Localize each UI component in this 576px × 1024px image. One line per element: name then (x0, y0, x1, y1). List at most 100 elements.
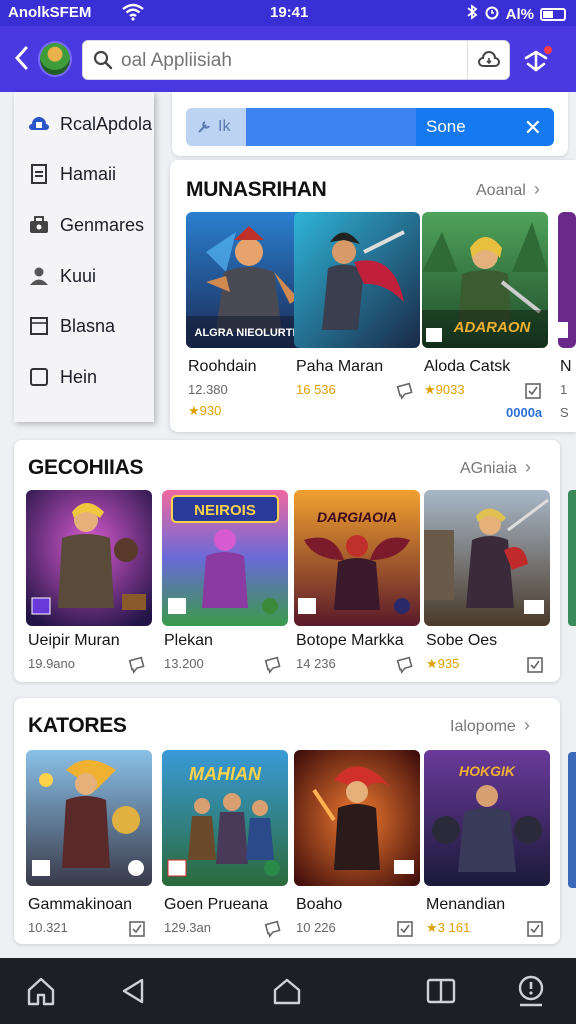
game-thumbnail: ADARAON (422, 212, 548, 348)
section-more-label: Aoanal (476, 182, 526, 199)
game-thumbnail (26, 490, 152, 626)
user-icon (28, 265, 50, 287)
game-name: Ueipir Muran (28, 632, 120, 649)
search-bar[interactable] (82, 40, 510, 80)
chat-icon[interactable] (396, 656, 414, 674)
section-2: GECOHIIAS AGniaia › Ueipir Muran 19.9ano (14, 440, 560, 682)
game-meta: 12.380 (188, 382, 228, 397)
game-name: Boaho (296, 896, 343, 913)
assistant-nav-button[interactable] (512, 972, 550, 1010)
status-bar: AnolkSFEM 19:41 Al% (0, 0, 576, 26)
close-icon[interactable]: ✕ (524, 115, 542, 141)
drawer-item-4[interactable]: Blasna (14, 306, 154, 346)
drawer-item-5[interactable]: Hein (14, 357, 154, 397)
game-thumbnail: MAHIAN (162, 750, 288, 886)
next-card-peek (568, 752, 576, 888)
game-name: Paha Maran (296, 358, 384, 375)
checkbox-icon[interactable] (526, 920, 544, 938)
book-icon (426, 978, 456, 1004)
drawer-item-label: RcalApdola (60, 113, 153, 134)
home-nav-button[interactable] (268, 972, 306, 1010)
game-rating: ★930 (188, 403, 222, 418)
drawer-item-label: Blasna (60, 315, 116, 336)
wifi-icon (122, 3, 144, 25)
drawer-item-2[interactable]: Genmares (14, 205, 154, 245)
game-meta: 16 536 (296, 382, 336, 397)
game-meta: 1 (560, 382, 568, 397)
share-button[interactable] (520, 44, 554, 76)
game-meta: ★3 161 (426, 920, 471, 935)
game-thumbnail (558, 212, 576, 348)
section-title: KATORES (28, 714, 127, 737)
section-more-label: Ialopome (450, 718, 516, 735)
game-name: N (560, 358, 572, 375)
filter-left-segment[interactable]: Ik (186, 108, 246, 146)
filter-right-segment[interactable]: Sone ✕ (416, 108, 554, 146)
chat-icon[interactable] (396, 382, 414, 400)
cloud-button[interactable] (467, 41, 509, 79)
checkbox-icon[interactable] (396, 920, 414, 938)
drawer-item-label: Kuui (60, 265, 97, 286)
avatar[interactable] (38, 41, 72, 77)
filter-progress-segment (246, 108, 416, 146)
game-thumbnail (294, 212, 420, 348)
section-title: MUNASRIHAN (186, 178, 327, 201)
thumb-banner: HOKGIK (459, 763, 516, 779)
game-name: Sobe Oes (426, 632, 498, 649)
wrench-icon (198, 121, 210, 133)
chat-icon[interactable] (128, 656, 146, 674)
section-more-link[interactable]: Ialopome › (450, 715, 530, 736)
chevron-right-icon: › (523, 715, 530, 735)
drawer-item-1[interactable]: Hamaii (14, 154, 154, 194)
game-thumbnail (294, 750, 420, 886)
game-meta: 10.321 (28, 920, 68, 935)
section-1: MUNASRIHAN Aoanal › ALGRA NIEOLURTIA Rooh… (170, 160, 576, 432)
thumb-banner: ALGRA NIEOLURTIA (195, 327, 304, 339)
game-thumbnail: DARGIAOIA (294, 490, 420, 626)
game-name: Plekan (164, 632, 213, 649)
search-input[interactable] (121, 48, 501, 74)
home-outline-button[interactable] (22, 972, 60, 1010)
game-name: Aloda Catsk (424, 358, 511, 375)
filter-left-label: Ik (218, 118, 231, 135)
filter-right-label: Sone (426, 117, 466, 136)
triangle-back-icon (122, 978, 144, 1004)
game-meta: ★935 (426, 656, 460, 671)
recents-nav-button[interactable] (422, 972, 460, 1010)
game-meta: 10 226 (296, 920, 336, 935)
back-nav-button[interactable] (114, 972, 152, 1010)
chevron-right-icon: › (524, 457, 531, 477)
square-icon (28, 315, 50, 337)
chat-icon[interactable] (264, 920, 282, 938)
back-button[interactable] (12, 44, 36, 74)
game-name: Menandian (426, 896, 506, 913)
filter-bar[interactable]: Ik Sone ✕ (186, 108, 554, 146)
checkbox-icon[interactable] (526, 656, 544, 674)
game-meta: ★9033 (424, 382, 465, 397)
game-thumbnail (424, 490, 550, 626)
game-meta: S (560, 405, 569, 420)
game-name: Botope Markka (296, 632, 404, 649)
game-meta: 19.9ano (28, 656, 75, 671)
chat-icon[interactable] (264, 656, 282, 674)
cloud-icon (477, 51, 500, 67)
drawer-item-0[interactable]: RcalApdola (14, 104, 154, 144)
briefcase-icon (28, 214, 50, 236)
game-name: Gammakinoan (28, 896, 133, 913)
next-card-peek (568, 490, 576, 626)
game-meta: 14 236 (296, 656, 336, 671)
chevron-right-icon: › (533, 179, 540, 199)
chevron-left-icon (14, 46, 28, 70)
section-3: KATORES Ialopome › Gammakinoan 10.321 MA… (14, 698, 560, 944)
section-more-label: AGniaia (460, 460, 517, 477)
drawer-item-3[interactable]: Kuui (14, 256, 154, 296)
section-more-link[interactable]: AGniaia › (460, 457, 531, 478)
game-thumbnail: HOKGIK (424, 750, 550, 886)
drawer-item-label: Hein (60, 366, 98, 387)
game-thumbnail: NEIROIS (162, 490, 288, 626)
side-drawer: RcalApdola Hamaii Genmares Kuui Blasna H… (14, 92, 154, 422)
section-more-link[interactable]: Aoanal › (476, 179, 540, 200)
battery-icon (540, 7, 566, 21)
checkbox-icon[interactable] (128, 920, 146, 938)
checkbox-icon[interactable] (524, 382, 542, 400)
